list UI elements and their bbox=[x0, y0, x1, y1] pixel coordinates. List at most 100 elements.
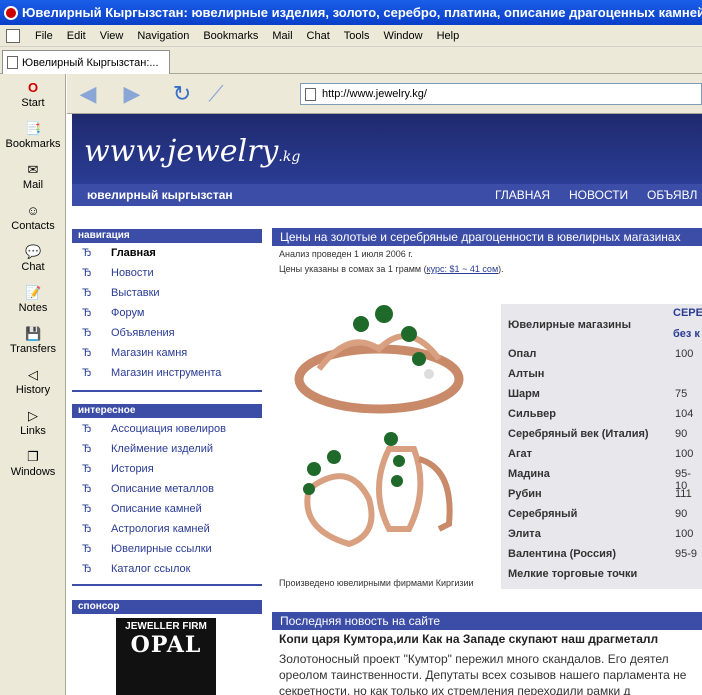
nav-link-home[interactable]: Главная bbox=[111, 247, 156, 259]
menu-help[interactable]: Help bbox=[430, 30, 467, 42]
menu-mail[interactable]: Mail bbox=[265, 30, 299, 42]
site-header-bar: ювелирный кыргызстан ГЛАВНАЯ НОВОСТИ ОБЪ… bbox=[72, 184, 702, 206]
link-stones[interactable]: Описание камней bbox=[111, 503, 202, 515]
sidebar-item-transfers[interactable]: 💾 Transfers bbox=[0, 326, 66, 355]
topnav-ads[interactable]: ОБЪЯВЛ bbox=[647, 188, 697, 202]
sidebar-item-bookmarks[interactable]: 📑 Bookmarks bbox=[0, 121, 66, 150]
news-headline[interactable]: Копи царя Кумтора,или Как на Западе скуп… bbox=[279, 632, 658, 646]
link-catalog[interactable]: Каталог ссылок bbox=[111, 563, 190, 575]
analysis-date: Анализ проведен 1 июля 2006 г. bbox=[279, 249, 413, 259]
reload-icon[interactable]: ↻ bbox=[169, 81, 195, 107]
nav-link-stone-shop[interactable]: Магазин камня bbox=[111, 347, 187, 359]
shop-name: Серебряный век (Италия) bbox=[508, 428, 649, 440]
sidebar-item-links[interactable]: ▷ Links bbox=[0, 408, 66, 437]
back-icon[interactable]: ◀ bbox=[75, 81, 101, 107]
sidebar-label: History bbox=[15, 384, 51, 396]
panel-sidebar: O Start 📑 Bookmarks ✉ Mail ☺ Contacts 💬 Chat … bbox=[0, 74, 66, 695]
window-title: Ювелирный Кыргызстан: ювелирные изделия,… bbox=[22, 5, 702, 20]
sidebar-item-start[interactable]: O Start bbox=[0, 80, 66, 109]
menu-navigation[interactable]: Navigation bbox=[130, 30, 196, 42]
nav-link-exhibitions[interactable]: Выставки bbox=[111, 287, 160, 299]
shop-name: Валентина (Россия) bbox=[508, 548, 617, 560]
link-astrology[interactable]: Астрология камней bbox=[111, 523, 210, 535]
topnav-news[interactable]: НОВОСТИ bbox=[569, 188, 628, 202]
currency-note: Цены указаны в сомах за 1 грамм (курс: $… bbox=[279, 264, 504, 274]
topnav-home[interactable]: ГЛАВНАЯ bbox=[495, 188, 550, 202]
tab-active[interactable]: Ювелирный Кыргызстан:... bbox=[2, 50, 170, 74]
menu-edit[interactable]: Edit bbox=[60, 30, 93, 42]
menu-tools[interactable]: Tools bbox=[337, 30, 377, 42]
price-value: 95-9 bbox=[675, 548, 698, 560]
document-icon[interactable] bbox=[6, 28, 20, 43]
sidebar-item-notes[interactable]: 📝 Notes bbox=[0, 285, 66, 314]
nav-section-title: навигация bbox=[72, 229, 262, 243]
chat-icon: 💬 bbox=[25, 244, 42, 259]
nav-link-tool-shop[interactable]: Магазин инструмента bbox=[111, 367, 221, 379]
nav-bullet-icon: Ђ bbox=[82, 267, 92, 279]
shop-name: Алтын bbox=[508, 368, 545, 380]
nav-bullet-icon: Ђ bbox=[82, 483, 92, 495]
note-text: Цены указаны в сомах за 1 грамм ( bbox=[279, 264, 427, 274]
menu-bookmarks[interactable]: Bookmarks bbox=[196, 30, 265, 42]
site-logo[interactable]: www.jewelry.kg bbox=[84, 134, 300, 169]
menu-chat[interactable]: Chat bbox=[300, 30, 337, 42]
windows-icon: ❐ bbox=[27, 449, 39, 464]
prices-section-title: Цены на золотые и серебряные драгоценнос… bbox=[272, 228, 702, 246]
sponsor-banner[interactable]: JEWELLER FIRM OPAL bbox=[116, 618, 216, 695]
tab-bar: Ювелирный Кыргызстан:... bbox=[0, 47, 702, 74]
sidebar-item-history[interactable]: ◁ History bbox=[0, 367, 66, 396]
sidebar-label: Transfers bbox=[9, 343, 57, 355]
sponsor-line1: JEWELLER FIRM bbox=[125, 621, 207, 632]
sidebar-label: Chat bbox=[21, 261, 45, 273]
divider bbox=[72, 390, 262, 392]
bookmarks-icon: 📑 bbox=[25, 121, 42, 136]
sidebar-label: Windows bbox=[10, 466, 56, 478]
link-metals[interactable]: Описание металлов bbox=[111, 483, 214, 495]
transfers-icon: 💾 bbox=[25, 326, 42, 341]
nav-link-ads[interactable]: Объявления bbox=[111, 327, 175, 339]
nav-bullet-icon: Ђ bbox=[82, 423, 92, 435]
shop-name: Мадина bbox=[508, 468, 550, 480]
rate-link[interactable]: курс: $1 ~ 41 сом bbox=[427, 264, 499, 274]
nav-bullet-icon: Ђ bbox=[82, 347, 92, 359]
news-line: секретности, но как только их стремления… bbox=[279, 684, 631, 695]
sponsor-section-title: спонсор bbox=[72, 600, 262, 614]
sidebar-label: Links bbox=[20, 425, 46, 437]
note-text: ). bbox=[498, 264, 504, 274]
edit-icon[interactable]: ⟋ bbox=[203, 81, 229, 107]
sidebar-item-mail[interactable]: ✉ Mail bbox=[0, 162, 66, 191]
shop-name: Серебряный bbox=[508, 508, 578, 520]
sidebar-label: Contacts bbox=[11, 220, 55, 232]
tab-label: Ювелирный Кыргызстан:... bbox=[22, 56, 159, 69]
nav-link-forum[interactable]: Форум bbox=[111, 307, 144, 319]
history-icon: ◁ bbox=[28, 367, 38, 382]
news-line: ореолом таинственности. Депутаты всех со… bbox=[279, 668, 687, 682]
sidebar-item-chat[interactable]: 💬 Chat bbox=[0, 244, 66, 273]
menu-file[interactable]: File bbox=[28, 30, 60, 42]
interesting-section-title: интересное bbox=[72, 404, 262, 418]
address-bar[interactable]: http://www.jewelry.kg/ bbox=[300, 83, 702, 105]
sidebar-label: Start bbox=[21, 97, 45, 109]
shop-name: Мелкие торговые точки bbox=[508, 568, 638, 580]
logo-suffix: .kg bbox=[278, 149, 301, 165]
menu-view[interactable]: View bbox=[93, 30, 131, 42]
news-section-title: Последняя новость на сайте bbox=[272, 612, 702, 630]
nav-bullet-icon: Ђ bbox=[82, 543, 92, 555]
site-banner: www.jewelry.kg bbox=[72, 114, 702, 184]
logo-text: www.jewelry bbox=[84, 134, 279, 169]
link-hallmarking[interactable]: Клеймение изделий bbox=[111, 443, 213, 455]
price-value: 90 bbox=[675, 508, 688, 520]
link-jewellers-association[interactable]: Ассоциация ювелиров bbox=[111, 423, 226, 435]
link-history[interactable]: История bbox=[111, 463, 154, 475]
address-url[interactable]: http://www.jewelry.kg/ bbox=[322, 88, 427, 100]
link-jewelry-links[interactable]: Ювелирные ссылки bbox=[111, 543, 212, 555]
site-name: ювелирный кыргызстан bbox=[87, 188, 233, 202]
nav-link-news[interactable]: Новости bbox=[111, 267, 154, 279]
sidebar-item-windows[interactable]: ❐ Windows bbox=[0, 449, 66, 478]
sidebar-label: Mail bbox=[22, 179, 44, 191]
forward-icon[interactable]: ▶ bbox=[119, 81, 145, 107]
price-value: 75 bbox=[675, 388, 688, 400]
sidebar-item-contacts[interactable]: ☺ Contacts bbox=[0, 203, 66, 232]
sidebar-label: Notes bbox=[18, 302, 48, 314]
menu-window[interactable]: Window bbox=[376, 30, 429, 42]
